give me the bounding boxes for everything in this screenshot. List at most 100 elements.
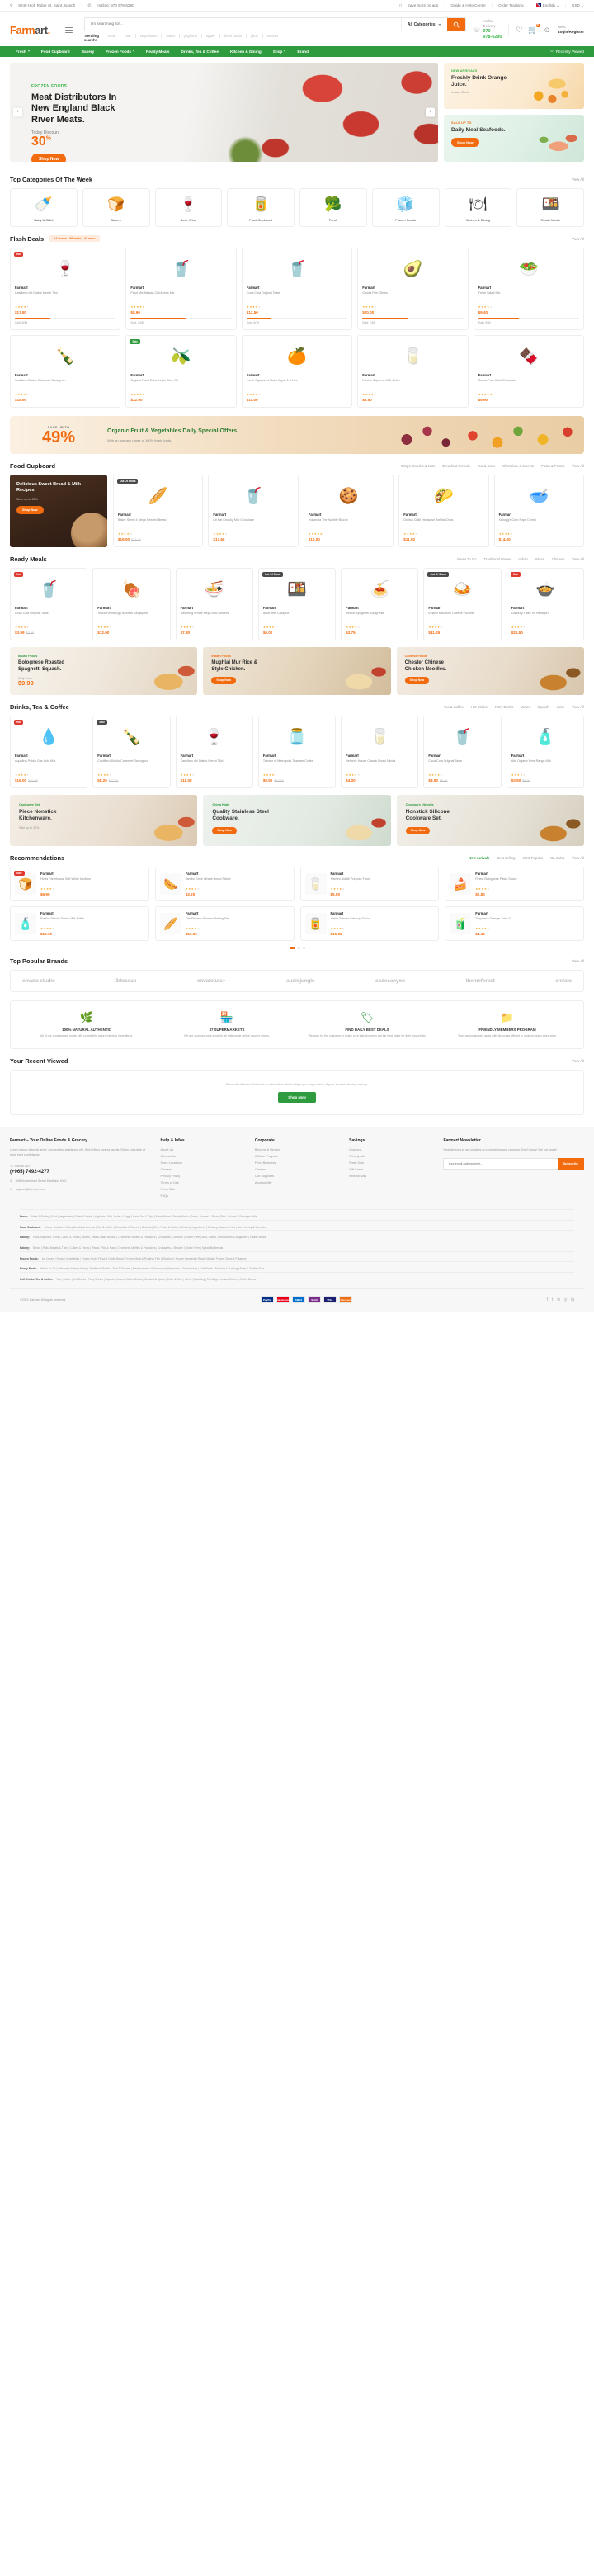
view-all-link[interactable]: View All [572, 237, 584, 241]
tab-water[interactable]: Water [521, 705, 530, 709]
trending-tag[interactable]: meat [104, 34, 121, 38]
twitter-icon[interactable]: t [552, 1297, 553, 1302]
product-card[interactable]: 🥛 Farmart Fresho Supreme Milk 1 Litre ★★★★★… [357, 335, 469, 409]
logo[interactable]: Farmart. [10, 24, 50, 36]
category-item[interactable]: 🍱 Ready Meals [516, 187, 584, 227]
category-item[interactable]: 🍞 Bakery [82, 187, 150, 227]
banner-shop-button[interactable]: Shop Now [404, 676, 430, 684]
product-card[interactable]: 🥑 Farmart Gouda Flier Olives ★★★★★ $20.00 Sol… [357, 247, 469, 331]
list-item[interactable]: 🥫 Farmart Heinz Tomato Ketchup Sauce ★★★★★ $… [299, 906, 440, 942]
banner-china-high[interactable]: China High Quality Stainless Steel Cookw… [203, 795, 391, 847]
footer-link[interactable]: Become A Vendor [255, 1148, 339, 1151]
product-card[interactable]: Out Of Stock 🍱 Farmart Italia Beef Lasagne ★… [257, 568, 337, 641]
menu-icon[interactable] [64, 26, 73, 33]
promo-strip[interactable]: SALE UP TO 49% Organic Fruit & Vegetable… [10, 416, 584, 455]
footer-link[interactable]: Our Suppliers [255, 1175, 339, 1178]
subscribe-button[interactable]: Subscribe [557, 1158, 584, 1170]
guide-help-link[interactable]: Guide & Help Center [451, 3, 486, 7]
product-card[interactable]: 🥣 Farmart Kellogg's Corn Pops Cereal ★★★★★ $… [493, 475, 584, 548]
view-all-link[interactable]: View All [572, 705, 584, 709]
tab-traditional-dinner[interactable]: Traditional Dinner [484, 557, 512, 561]
product-card[interactable]: 🥤 Farmart Coca Cola Original Taste ★★★★★ $12… [241, 247, 353, 331]
carousel-next-button[interactable]: › [426, 107, 435, 117]
banner-shop-button[interactable]: Shop Now [405, 826, 431, 834]
category-item[interactable]: 🧊 Frozen Foods [371, 187, 440, 227]
tab-squash[interactable]: Squash [537, 705, 549, 709]
brand-logo[interactable]: envatotuts+ [197, 978, 226, 984]
tab-crisps-snacks[interactable]: Crisps, Snacks & Nuts [401, 464, 436, 468]
footer-link[interactable]: Flash Sale [349, 1161, 433, 1165]
facebook-icon[interactable]: f [547, 1297, 548, 1302]
footer-link[interactable]: Privacy Policy [161, 1175, 245, 1178]
category-item[interactable]: 🍷 Beer, Wine [154, 187, 223, 227]
tab-indian[interactable]: Indian [518, 557, 527, 561]
product-card[interactable]: 🥛 Farmart Network House Classic Roast Niko… [341, 716, 419, 789]
view-all-link[interactable]: View All [572, 557, 584, 561]
brand-logo[interactable]: audiojungle [286, 978, 314, 984]
product-card[interactable]: 🌮 Farmart Doritos Chilli Heatwave Tortilla… [398, 475, 489, 548]
account-block[interactable]: Hello, Login/Register [558, 25, 584, 35]
product-card[interactable]: Sale 🍲 Farmart Cadbury Flake 99 Hexagon ★★★★… [506, 568, 584, 641]
carousel-dot-active[interactable] [289, 947, 295, 950]
banner-cookware-set[interactable]: Cookware Set Piece Nonstick Kitchenware.… [10, 795, 198, 847]
product-card[interactable]: Hot 🍷 Farmart Castillero del Diablo Merlot … [10, 247, 121, 331]
newsletter-email-input[interactable] [443, 1158, 558, 1170]
list-item[interactable]: 🥖 Farmart The Pioneer Woman Baking Set ★★★★… [154, 906, 295, 942]
trending-tag[interactable]: fresh foods [220, 34, 247, 38]
save-on-app-link[interactable]: Save more on app [408, 3, 439, 7]
footer-link[interactable]: About Us [161, 1148, 245, 1151]
view-all-link[interactable]: View All [572, 464, 584, 468]
hero-shop-now-button[interactable]: Shop Now [31, 153, 67, 162]
trending-tag[interactable]: apple [202, 34, 220, 38]
banner-indian-foods[interactable]: Indian Foods Mughlai Mur Rice & Style Ch… [203, 647, 391, 696]
language-selector[interactable]: English ⌄ [535, 3, 559, 8]
carousel-prev-button[interactable]: ‹ [13, 107, 22, 117]
footer-link[interactable]: Careers [161, 1168, 245, 1171]
tab-tea-coco[interactable]: Tea & Coco [478, 464, 496, 468]
banner-shop-button[interactable]: Shop Now [212, 826, 237, 834]
shop-now-button[interactable]: Shop Now [278, 1092, 316, 1104]
category-item[interactable]: 🍽 Kitchen & Dining [444, 187, 512, 227]
product-card[interactable]: 🥤 Farmart Pinot Mix Masala Chickpeas Mix ★★… [125, 247, 237, 331]
tab-hot-drinks[interactable]: Hot Drinks [471, 705, 488, 709]
wishlist-icon[interactable]: ♡ [516, 26, 522, 34]
footer-link[interactable]: Terms of Use [161, 1181, 245, 1184]
tag-row-links[interactable]: Meat & Poultry | Fruit | Vegetables | Sa… [31, 1215, 257, 1220]
footer-link[interactable]: From Business [255, 1161, 339, 1165]
recently-viewed-link[interactable]: ↻ Recently Viewed [550, 49, 584, 54]
header-hotline[interactable]: ☏ Hotline Delivery 970 978-6290 [473, 19, 502, 40]
trending-tag[interactable]: yoghurts [180, 34, 203, 38]
footer-link[interactable]: Weekly Ads [349, 1155, 433, 1158]
list-item[interactable]: 🌭 Farmart Jambo Ghee Wheat Bread Sliced ★★★… [154, 867, 295, 902]
footer-link[interactable]: New Arrivals [349, 1175, 433, 1178]
nav-item-shop[interactable]: Shop [267, 50, 292, 54]
category-item[interactable]: 🥦 Fresh [299, 187, 367, 227]
nav-item-brand[interactable]: Brand [291, 50, 314, 54]
banner-shop-button[interactable]: Shop Now [211, 676, 236, 684]
product-card[interactable]: 🍝 Farmart Ireland Spaghetti Bolognese ★★★★★… [341, 568, 419, 641]
tab-tea-coffee[interactable]: Tea & Coffee [444, 705, 464, 709]
product-card[interactable]: 🧴 Farmart Alta Organic Free Range Milk ★★★★… [506, 716, 584, 789]
footer-link[interactable]: Accessibility [255, 1181, 339, 1184]
nav-item-kitchen-dining[interactable]: Kitchen & Dining [224, 50, 267, 54]
promo-shop-button[interactable]: Shop Now [16, 505, 44, 514]
footer-link[interactable]: Gift Cards [349, 1168, 433, 1171]
tab-new-arrivals[interactable]: New Arrivals [469, 856, 489, 860]
banner-chinese-foods[interactable]: Chinese Foods Chester Chinese Chicken No… [396, 647, 584, 696]
tab-chocolate-sweets[interactable]: Chocolate & Sweets [502, 464, 534, 468]
list-item[interactable]: 🧃 Farmart Tropicana Orange Juice 1L ★★★★★ $4… [445, 906, 584, 942]
tag-row-links[interactable]: Tea | Coffee | Hot Drinks | Fizzy Drinks… [56, 1278, 256, 1283]
banner-italian-foods[interactable]: Italian Foods Bolognese Roasted Spaghett… [10, 647, 198, 696]
food-cupboard-promo[interactable]: Delicious Sweet Bread & Milk Recipes. Sa… [10, 475, 107, 548]
list-item[interactable]: 🧴 Farmart Fresho Munch Drinks Milk Bottle ★… [10, 906, 149, 942]
carousel-dot[interactable] [302, 947, 305, 950]
footer-link[interactable]: Affiliate Program [255, 1155, 339, 1158]
footer-link[interactable]: FAQs [161, 1194, 245, 1198]
list-item[interactable]: 🥛 Farmart Kitchen Aid All Purpose Flour ★★★… [299, 867, 440, 902]
trending-tag[interactable]: snacks [263, 34, 282, 38]
search-input[interactable] [84, 22, 401, 26]
product-card[interactable]: Hot 💧 Farmart Aquafina Pokka Gas Indo Milk ★… [10, 716, 88, 789]
category-select[interactable]: All Categories [400, 18, 447, 31]
nav-item-drinks-tea-coffee[interactable]: Drinks, Tea & Coffee [175, 50, 224, 54]
footer-link[interactable]: Contact Us [161, 1155, 245, 1158]
